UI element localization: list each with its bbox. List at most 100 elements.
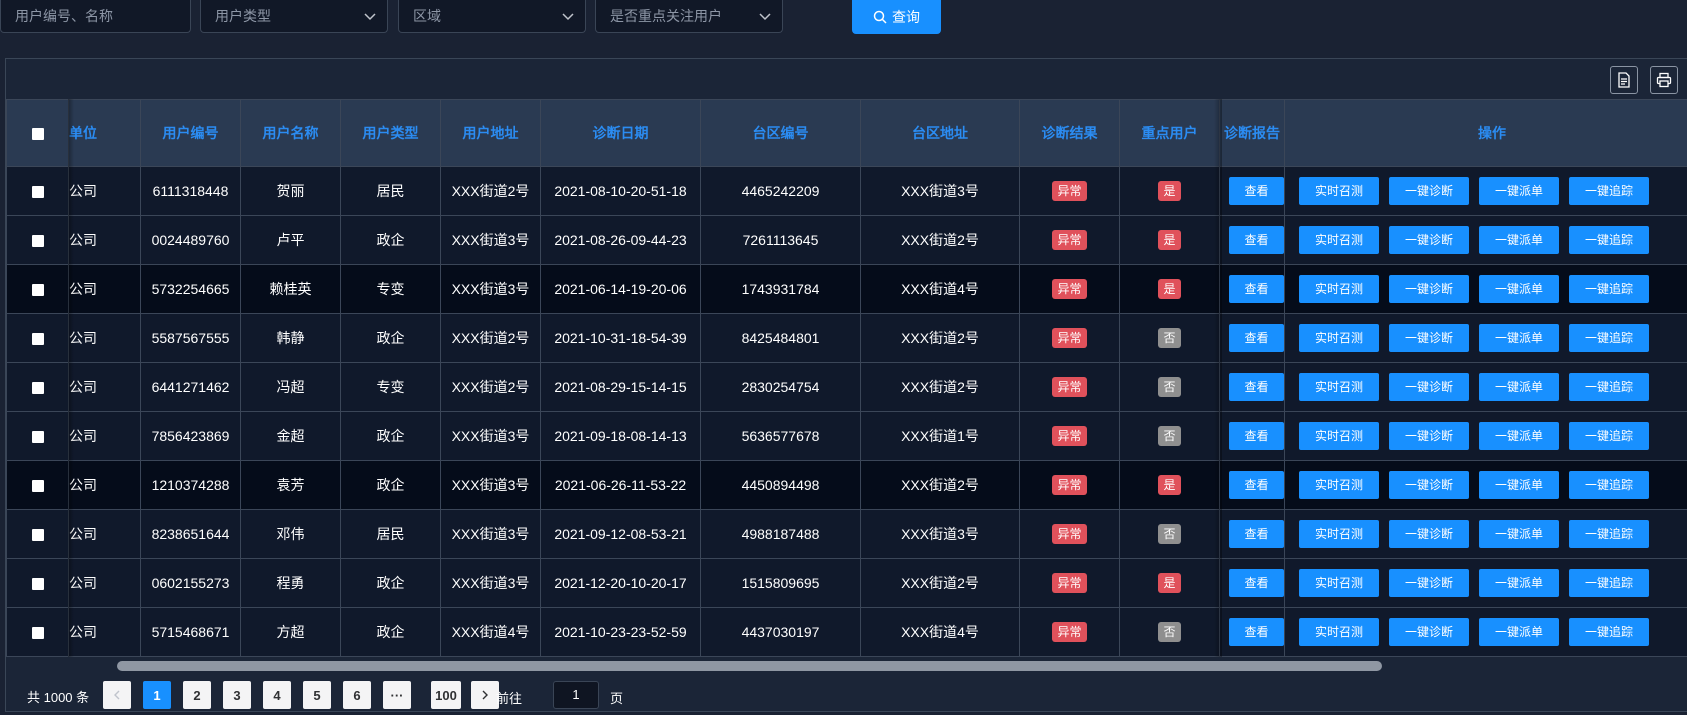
- view-report-button[interactable]: 查看: [1229, 177, 1284, 205]
- export-button[interactable]: [1610, 66, 1638, 94]
- view-report-button[interactable]: 查看: [1229, 275, 1284, 303]
- one-click-dispatch-button[interactable]: 一键派单: [1479, 471, 1559, 499]
- key-user-select[interactable]: 是否重点关注用户: [595, 0, 783, 33]
- row-checkbox[interactable]: [31, 578, 44, 591]
- view-report-button[interactable]: 查看: [1229, 520, 1284, 548]
- realtime-measure-button[interactable]: 实时召测: [1299, 520, 1379, 548]
- row-checkbox[interactable]: [31, 284, 44, 297]
- row-select-cell[interactable]: [6, 362, 69, 412]
- row-select-cell[interactable]: [6, 215, 69, 265]
- row-select-cell[interactable]: [6, 313, 69, 363]
- realtime-measure-button[interactable]: 实时召测: [1299, 226, 1379, 254]
- row-checkbox[interactable]: [31, 333, 44, 346]
- status-badge: 异常: [1052, 475, 1087, 495]
- one-click-dispatch-button[interactable]: 一键派单: [1479, 520, 1559, 548]
- realtime-measure-button[interactable]: 实时召测: [1299, 373, 1379, 401]
- view-report-button[interactable]: 查看: [1229, 471, 1284, 499]
- one-click-dispatch-button[interactable]: 一键派单: [1479, 275, 1559, 303]
- row-checkbox[interactable]: [31, 529, 44, 542]
- one-click-diagnose-button[interactable]: 一键诊断: [1389, 324, 1469, 352]
- key-user-badge: 是: [1158, 181, 1181, 201]
- one-click-dispatch-button[interactable]: 一键派单: [1479, 373, 1559, 401]
- page-button[interactable]: 100: [431, 681, 461, 709]
- one-click-dispatch-button[interactable]: 一键派单: [1479, 226, 1559, 254]
- one-click-diagnose-button[interactable]: 一键诊断: [1389, 422, 1469, 450]
- one-click-track-button[interactable]: 一键追踪: [1569, 618, 1649, 646]
- col-header-user-no: 用户编号: [140, 99, 241, 167]
- page-button[interactable]: 4: [263, 681, 291, 709]
- view-report-button[interactable]: 查看: [1229, 373, 1284, 401]
- row-select-cell[interactable]: [6, 411, 69, 461]
- one-click-diagnose-button[interactable]: 一键诊断: [1389, 226, 1469, 254]
- view-report-button[interactable]: 查看: [1229, 618, 1284, 646]
- select-all-checkbox[interactable]: [31, 128, 44, 141]
- horizontal-scrollbar[interactable]: [6, 659, 1687, 671]
- one-click-track-button[interactable]: 一键追踪: [1569, 471, 1649, 499]
- realtime-measure-button[interactable]: 实时召测: [1299, 324, 1379, 352]
- next-page-button[interactable]: [471, 681, 499, 709]
- row-checkbox[interactable]: [31, 186, 44, 199]
- page-button[interactable]: 2: [183, 681, 211, 709]
- row-select-cell[interactable]: [6, 558, 69, 608]
- goto-page-input[interactable]: 1: [553, 681, 599, 709]
- row-checkbox[interactable]: [31, 382, 44, 395]
- one-click-track-button[interactable]: 一键追踪: [1569, 226, 1649, 254]
- page-button[interactable]: 1: [143, 681, 171, 709]
- view-report-button[interactable]: 查看: [1229, 324, 1284, 352]
- one-click-diagnose-button[interactable]: 一键诊断: [1389, 177, 1469, 205]
- one-click-dispatch-button[interactable]: 一键派单: [1479, 618, 1559, 646]
- col-header-report: 诊断报告: [1219, 99, 1285, 167]
- one-click-diagnose-button[interactable]: 一键诊断: [1389, 373, 1469, 401]
- one-click-track-button[interactable]: 一键追踪: [1569, 422, 1649, 450]
- row-checkbox[interactable]: [31, 480, 44, 493]
- row-select-cell[interactable]: [6, 460, 69, 510]
- one-click-dispatch-button[interactable]: 一键派单: [1479, 324, 1559, 352]
- cell-report: 查看: [1219, 362, 1285, 412]
- one-click-diagnose-button[interactable]: 一键诊断: [1389, 520, 1469, 548]
- row-select-cell[interactable]: [6, 607, 69, 657]
- one-click-track-button[interactable]: 一键追踪: [1569, 569, 1649, 597]
- page-button[interactable]: 3: [223, 681, 251, 709]
- realtime-measure-button[interactable]: 实时召测: [1299, 422, 1379, 450]
- one-click-diagnose-button[interactable]: 一键诊断: [1389, 618, 1469, 646]
- one-click-diagnose-button[interactable]: 一键诊断: [1389, 471, 1469, 499]
- one-click-track-button[interactable]: 一键追踪: [1569, 373, 1649, 401]
- one-click-track-button[interactable]: 一键追踪: [1569, 177, 1649, 205]
- one-click-diagnose-button[interactable]: 一键诊断: [1389, 569, 1469, 597]
- page-button[interactable]: 5: [303, 681, 331, 709]
- view-report-button[interactable]: 查看: [1229, 569, 1284, 597]
- user-search-input[interactable]: 用户编号、名称: [0, 0, 191, 33]
- one-click-dispatch-button[interactable]: 一键派单: [1479, 177, 1559, 205]
- table-row: 公司 1210374288 袁芳 政企 XXX街道3号 2021-06-26-11-53-…: [6, 460, 1687, 510]
- realtime-measure-button[interactable]: 实时召测: [1299, 569, 1379, 597]
- page-button[interactable]: 6: [343, 681, 371, 709]
- user-type-select[interactable]: 用户类型: [200, 0, 388, 33]
- print-button[interactable]: [1650, 66, 1678, 94]
- row-checkbox[interactable]: [31, 627, 44, 640]
- region-select[interactable]: 区域: [398, 0, 586, 33]
- view-report-button[interactable]: 查看: [1229, 422, 1284, 450]
- realtime-measure-button[interactable]: 实时召测: [1299, 471, 1379, 499]
- page-ellipsis-button[interactable]: ···: [383, 681, 411, 709]
- realtime-measure-button[interactable]: 实时召测: [1299, 275, 1379, 303]
- search-button[interactable]: 查询: [852, 0, 941, 34]
- row-checkbox[interactable]: [31, 431, 44, 444]
- row-select-cell[interactable]: [6, 264, 69, 314]
- row-select-cell[interactable]: [6, 166, 69, 216]
- row-select-cell[interactable]: [6, 509, 69, 559]
- one-click-track-button[interactable]: 一键追踪: [1569, 520, 1649, 548]
- one-click-track-button[interactable]: 一键追踪: [1569, 324, 1649, 352]
- realtime-measure-button[interactable]: 实时召测: [1299, 618, 1379, 646]
- cell-diag-date: 2021-08-29-15-14-15: [540, 362, 701, 412]
- view-report-button[interactable]: 查看: [1229, 226, 1284, 254]
- select-all-cell[interactable]: [6, 99, 69, 167]
- one-click-diagnose-button[interactable]: 一键诊断: [1389, 275, 1469, 303]
- prev-page-button[interactable]: [103, 681, 131, 709]
- one-click-track-button[interactable]: 一键追踪: [1569, 275, 1649, 303]
- realtime-measure-button[interactable]: 实时召测: [1299, 177, 1379, 205]
- cell-user-type: 居民: [340, 166, 441, 216]
- one-click-dispatch-button[interactable]: 一键派单: [1479, 569, 1559, 597]
- scrollbar-thumb[interactable]: [117, 661, 1382, 671]
- row-checkbox[interactable]: [31, 235, 44, 248]
- one-click-dispatch-button[interactable]: 一键派单: [1479, 422, 1559, 450]
